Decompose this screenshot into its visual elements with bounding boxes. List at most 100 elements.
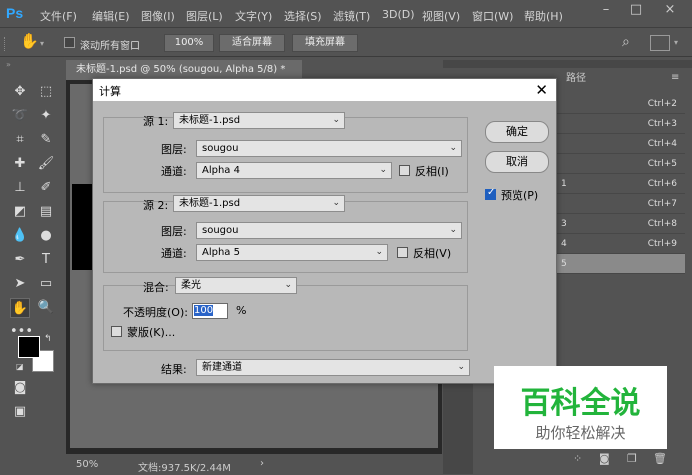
shape-tool-icon[interactable]: ▭ [36,274,56,294]
screen-mode-icon[interactable]: ▣ [10,402,30,422]
menu-file[interactable]: 文件(F) [40,8,77,24]
tab-paths[interactable]: 路径 [557,68,595,90]
maximize-button[interactable]: □ [622,0,650,22]
crop-tool-icon[interactable]: ⌗ [10,130,30,150]
tools-panel: » ✥ ⬚ ➰ ✦ ⌗ ✎ ✚ 🖌 ⊥ ✐ ◩ ▤ 💧 ● ✒ T ➤ ▭ ✋ … [4,60,61,460]
dialog-body: 源 1: 未标题-1.psd ⌄ 图层: sougou ⌄ 通道: Alpha 4 ⌄… [93,101,556,383]
status-arrow-icon[interactable]: › [260,458,264,469]
chevron-down-icon: ⌄ [379,165,387,175]
minimize-button[interactable]: – [592,0,620,22]
foreground-color-swatch[interactable] [18,336,40,358]
panel-header-strip [443,60,692,68]
source1-invert-checkbox[interactable] [399,165,410,176]
channel-shortcut: Ctrl+3 [647,119,677,129]
save-selection-icon[interactable]: ◙ [599,452,610,465]
source1-file-select[interactable]: 未标题-1.psd ⌄ [173,112,345,129]
magic-wand-icon[interactable]: ✦ [36,106,56,126]
chevron-down-icon: ⌄ [457,362,465,372]
marquee-tool-icon[interactable]: ⬚ [36,82,56,102]
workspace-icon[interactable] [650,35,670,51]
source2-file-select[interactable]: 未标题-1.psd ⌄ [173,195,345,212]
close-app-button[interactable]: × [656,0,684,22]
status-bar: 50% 文档:937.5K/2.44M › [66,455,442,475]
blend-mode-value: 柔光 [181,280,201,291]
source1-layer-label: 图层: [161,143,187,156]
pen-tool-icon[interactable]: ✒ [10,250,30,270]
source1-channel-select[interactable]: Alpha 4 ⌄ [196,162,392,179]
result-select[interactable]: 新建通道 ⌄ [196,359,470,376]
blur-tool-icon[interactable]: 💧 [10,226,30,246]
quick-mask-icon[interactable]: ◙ [10,378,30,398]
swap-colors-icon[interactable]: ↰ [44,334,52,344]
menu-view[interactable]: 视图(V) [422,8,460,24]
healing-brush-icon[interactable]: ✚ [10,154,30,174]
default-colors-icon[interactable]: ◪ [16,362,24,371]
calculations-dialog: 计算 ✕ 源 1: 未标题-1.psd ⌄ 图层: sougou ⌄ 通道: Alp… [92,78,557,384]
menu-type[interactable]: 文字(Y) [235,8,272,24]
menu-image[interactable]: 图像(I) [141,8,175,24]
fill-screen-button[interactable]: 填充屏幕 [292,34,358,52]
blend-mode-select[interactable]: 柔光 ⌄ [175,277,297,294]
path-select-icon[interactable]: ➤ [10,274,30,294]
brush-tool-icon[interactable]: 🖌 [36,154,56,174]
source2-layer-select[interactable]: sougou ⌄ [196,222,462,239]
mask-checkbox[interactable] [111,326,122,337]
close-icon[interactable]: ✕ [535,81,548,99]
opacity-value: 100 [194,305,214,316]
chevron-down-icon[interactable]: ▾ [40,39,44,48]
chevron-down-icon: ⌄ [449,225,457,235]
grip-handle[interactable] [4,37,8,51]
result-value: 新建通道 [202,362,242,373]
menu-select[interactable]: 选择(S) [284,8,322,24]
channel-shortcut: Ctrl+7 [647,199,677,209]
options-bar: ✋ ▾ 滚动所有窗口 100% 适合屏幕 填充屏幕 ⌕ ▾ [0,29,692,57]
history-brush-icon[interactable]: ✐ [36,178,56,198]
search-icon[interactable]: ⌕ [622,34,630,50]
scroll-all-checkbox[interactable] [64,37,75,48]
menu-help[interactable]: 帮助(H) [524,8,563,24]
zoom-tool-icon[interactable]: 🔍 [36,298,56,318]
dodge-tool-icon[interactable]: ● [36,226,56,246]
source1-channel-label: 通道: [161,165,187,178]
watermark-subtitle: 助你轻松解决 [535,424,626,442]
collapse-tools-icon[interactable]: » [6,60,11,69]
menu-layer[interactable]: 图层(L) [186,8,223,24]
hand-tool-icon[interactable]: ✋ [10,298,30,318]
move-tool-icon[interactable]: ✥ [10,82,30,102]
eraser-tool-icon[interactable]: ◩ [10,202,30,222]
cancel-button[interactable]: 取消 [485,151,549,173]
menu-3d[interactable]: 3D(D) [382,8,415,21]
opacity-input[interactable]: 100 [192,303,228,319]
dialog-titlebar[interactable]: 计算 ✕ [93,79,556,101]
dotted-circle-icon[interactable]: ⁘ [573,452,582,465]
menu-window[interactable]: 窗口(W) [472,8,513,24]
type-tool-icon[interactable]: T [36,250,56,270]
document-tab[interactable]: 未标题-1.psd @ 50% (sougou, Alpha 5/8) * [66,60,302,80]
mask-label[interactable]: 蒙版(K)... [127,324,175,340]
fit-screen-button[interactable]: 适合屏幕 [219,34,285,52]
zoom-level[interactable]: 50% [76,459,98,470]
eyedropper-icon[interactable]: ✎ [36,130,56,150]
menu-edit[interactable]: 编辑(E) [92,8,130,24]
delete-channel-icon[interactable]: 🗑 [653,452,667,465]
watermark: 百科全说 助你轻松解决 [494,366,667,449]
gradient-tool-icon[interactable]: ▤ [36,202,56,222]
chevron-down-icon: ⌄ [375,247,383,257]
blending-label: 混合: [143,281,169,294]
source2-layer-label: 图层: [161,225,187,238]
panel-menu-icon[interactable]: ≡ [671,72,679,83]
ok-button[interactable]: 确定 [485,121,549,143]
zoom-100-button[interactable]: 100% [164,34,214,52]
preview-checkbox[interactable] [485,187,496,200]
stamp-tool-icon[interactable]: ⊥ [10,178,30,198]
menu-filter[interactable]: 滤镜(T) [333,8,370,24]
preview-label: 预览(P) [501,189,539,202]
opacity-label: 不透明度(O): [123,306,188,319]
lasso-tool-icon[interactable]: ➰ [10,106,30,126]
workspace-chevron-icon[interactable]: ▾ [674,38,678,47]
source2-channel-select[interactable]: Alpha 5 ⌄ [196,244,388,261]
source1-layer-select[interactable]: sougou ⌄ [196,140,462,157]
hand-icon[interactable]: ✋ [20,32,39,50]
source2-invert-checkbox[interactable] [397,247,408,258]
new-channel-icon[interactable]: ❐ [627,452,637,465]
